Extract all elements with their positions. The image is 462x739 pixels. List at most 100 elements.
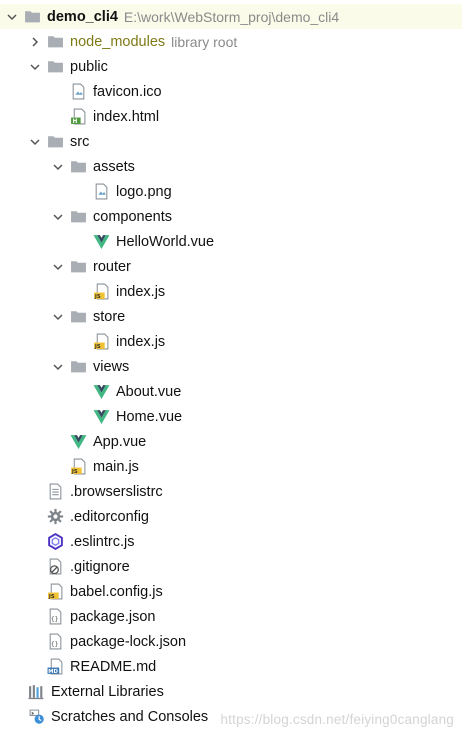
folder-icon (70, 158, 87, 175)
project-tree: demo_cli4 E:\work\WebStorm_proj\demo_cli… (0, 4, 462, 729)
js-file-icon: JS (93, 333, 110, 350)
tree-item-label: .eslintrc.js (70, 533, 135, 550)
folder-icon (70, 308, 87, 325)
folder-icon (47, 33, 64, 50)
tree-item-label: .browserslistrc (70, 483, 163, 500)
folder-icon (70, 208, 87, 225)
tree-row-browserslistrc[interactable]: .browserslistrc (0, 479, 462, 504)
tree-row-package-lock-json[interactable]: {} package-lock.json (0, 629, 462, 654)
tree-row-main-js[interactable]: JS main.js (0, 454, 462, 479)
tree-item-label: .editorconfig (70, 508, 149, 525)
js-file-icon: JS (93, 283, 110, 300)
svg-text:JS: JS (48, 594, 55, 600)
tree-row-app-vue[interactable]: App.vue (0, 429, 462, 454)
tree-row-index-js[interactable]: JS index.js (0, 279, 462, 304)
tree-row-node-modules[interactable]: node_modules library root (0, 29, 462, 54)
scratches-icon (28, 708, 45, 725)
tree-row-babel-config-js[interactable]: JS babel.config.js (0, 579, 462, 604)
svg-text:{}: {} (51, 640, 59, 648)
tree-row-views[interactable]: views (0, 354, 462, 379)
js-file-icon: JS (70, 458, 87, 475)
json-file-icon: {} (47, 633, 64, 650)
tree-row-store[interactable]: store (0, 304, 462, 329)
project-name: demo_cli4 (47, 8, 118, 25)
html-file-icon: H (70, 108, 87, 125)
tree-item-label: babel.config.js (70, 583, 163, 600)
tree-row-favicon-ico[interactable]: favicon.ico (0, 79, 462, 104)
tree-row-components[interactable]: components (0, 204, 462, 229)
tree-row-package-json[interactable]: {} package.json (0, 604, 462, 629)
json-file-icon: {} (47, 608, 64, 625)
js-file-icon: JS (47, 583, 64, 600)
svg-text:JS: JS (94, 344, 101, 350)
chevron-down-icon[interactable] (52, 361, 64, 373)
tree-item-label: About.vue (116, 383, 182, 400)
tree-item-label: views (93, 358, 130, 375)
tree-item-hint: library root (171, 33, 238, 50)
tree-item-label: node_modules (70, 33, 166, 50)
tree-item-label: index.js (116, 333, 166, 350)
tree-row-eslintrc-js[interactable]: .eslintrc.js (0, 529, 462, 554)
ignore-file-icon (47, 558, 64, 575)
chevron-down-icon[interactable] (29, 61, 41, 73)
tree-row-public[interactable]: public (0, 54, 462, 79)
tree-item-label: HelloWorld.vue (116, 233, 215, 250)
chevron-down-icon[interactable] (52, 261, 64, 273)
tree-row-logo-png[interactable]: logo.png (0, 179, 462, 204)
tree-row-gitignore[interactable]: .gitignore (0, 554, 462, 579)
folder-icon (24, 8, 41, 25)
tree-item-label: Scratches and Consoles (51, 708, 209, 725)
tree-row-assets[interactable]: assets (0, 154, 462, 179)
text-file-icon (47, 483, 64, 500)
chevron-down-icon[interactable] (29, 136, 41, 148)
svg-text:JS: JS (94, 294, 101, 300)
libraries-icon (28, 683, 45, 700)
gear-icon (47, 508, 64, 525)
tree-item-label: Home.vue (116, 408, 183, 425)
md-file-icon: MD (47, 658, 64, 675)
vue-file-icon (93, 233, 110, 250)
chevron-down-icon[interactable] (52, 161, 64, 173)
tree-item-label: src (70, 133, 90, 150)
tree-item-label: .gitignore (70, 558, 130, 575)
project-path: E:\work\WebStorm_proj\demo_cli4 (123, 8, 340, 25)
image-file-icon (70, 83, 87, 100)
tree-item-label: index.js (116, 283, 166, 300)
svg-text:MD: MD (48, 669, 58, 675)
folder-icon (70, 358, 87, 375)
image-file-icon (93, 183, 110, 200)
folder-icon (47, 133, 64, 150)
tree-row-src[interactable]: src (0, 129, 462, 154)
chevron-down-icon[interactable] (52, 311, 64, 323)
tree-item-label: main.js (93, 458, 139, 475)
svg-text:JS: JS (71, 469, 78, 475)
tree-row-readme-md[interactable]: MD README.md (0, 654, 462, 679)
tree-items: node_modules library root public favicon.ic… (0, 29, 462, 679)
chevron-down-icon[interactable] (52, 211, 64, 223)
tree-row-index-js[interactable]: JS index.js (0, 329, 462, 354)
tree-item-label: components (93, 208, 172, 225)
tree-row-editorconfig[interactable]: .editorconfig (0, 504, 462, 529)
tree-item-label: External Libraries (51, 683, 164, 700)
tree-row-router[interactable]: router (0, 254, 462, 279)
tree-row-external-libraries[interactable]: External Libraries (0, 679, 462, 704)
tree-item-label: router (93, 258, 131, 275)
tree-row-about-vue[interactable]: About.vue (0, 379, 462, 404)
tree-row-helloworld-vue[interactable]: HelloWorld.vue (0, 229, 462, 254)
watermark: https://blog.csdn.net/feiying0canglang (220, 712, 454, 727)
folder-icon (47, 58, 64, 75)
chevron-down-icon[interactable] (6, 11, 18, 23)
svg-text:{}: {} (51, 615, 59, 623)
tree-item-label: public (70, 58, 108, 75)
tree-row-home-vue[interactable]: Home.vue (0, 404, 462, 429)
tree-item-label: index.html (93, 108, 160, 125)
tree-row-index-html[interactable]: Hindex.html (0, 104, 462, 129)
vue-file-icon (93, 383, 110, 400)
chevron-right-icon[interactable] (29, 36, 41, 48)
tree-item-label: App.vue (93, 433, 147, 450)
tree-item-label: store (93, 308, 126, 325)
folder-icon (70, 258, 87, 275)
tree-item-label: logo.png (116, 183, 172, 200)
tree-item-label: assets (93, 158, 135, 175)
tree-row-project-root[interactable]: demo_cli4 E:\work\WebStorm_proj\demo_cli… (0, 4, 462, 29)
